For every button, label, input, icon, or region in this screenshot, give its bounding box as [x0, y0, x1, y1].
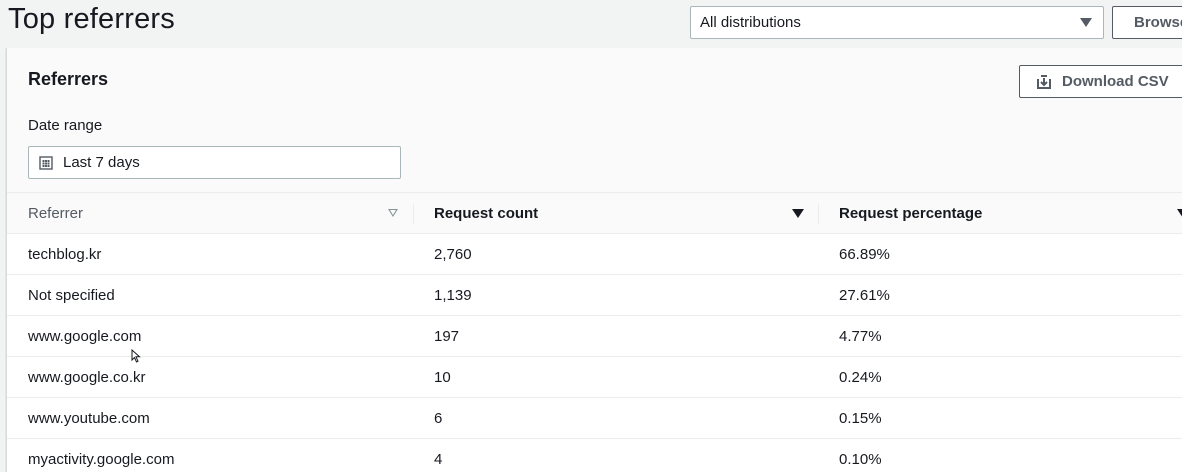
referrer-cell: techblog.kr: [28, 245, 102, 263]
download-csv-button[interactable]: Download CSV: [1019, 65, 1182, 98]
request-count-cell: 197: [434, 327, 460, 345]
column-label-referrer: Referrer: [28, 205, 84, 222]
request-count-cell: 6: [434, 409, 443, 427]
referrers-panel: Referrers Download CSV Date range Last 7…: [6, 48, 1182, 472]
referrer-cell: www.google.co.kr: [28, 368, 146, 386]
referrer-cell: myactivity.google.com: [28, 450, 175, 468]
column-divider: [413, 204, 414, 224]
sort-icon: [388, 209, 398, 217]
request-percentage-cell: 0.24%: [839, 368, 882, 386]
table-row: techblog.kr 2,760 66.89%: [7, 234, 1182, 275]
panel-header: Referrers Download CSV Date range Last 7…: [7, 48, 1182, 192]
table-row: myactivity.google.com 4 0.10%: [7, 439, 1182, 472]
page-title: Top referrers: [8, 3, 175, 35]
distribution-select-value: All distributions: [700, 14, 801, 31]
column-label-request-count: Request count: [434, 205, 539, 222]
request-percentage-cell: 4.77%: [839, 327, 882, 345]
sort-descending-icon: [792, 209, 804, 218]
table-row: www.google.co.kr 10 0.24%: [7, 357, 1182, 398]
download-icon: [1037, 74, 1051, 89]
table-row: www.google.com 197 4.77%: [7, 316, 1182, 357]
sort-icon: [1177, 209, 1182, 218]
caret-down-icon: [1080, 18, 1092, 27]
distribution-select[interactable]: All distributions: [690, 6, 1104, 39]
table-row: www.youtube.com 6 0.15%: [7, 398, 1182, 439]
table-row: Not specified 1,139 27.61%: [7, 275, 1182, 316]
calendar-icon: [39, 155, 53, 170]
request-percentage-cell: 66.89%: [839, 245, 890, 263]
column-divider: [818, 204, 819, 224]
request-percentage-cell: 0.10%: [839, 450, 882, 468]
request-count-cell: 4: [434, 450, 443, 468]
request-count-cell: 2,760: [434, 245, 472, 263]
request-count-cell: 1,139: [434, 286, 472, 304]
table-body: techblog.kr 2,760 66.89% Not specified 1…: [7, 234, 1182, 472]
download-csv-label: Download CSV: [1062, 73, 1169, 90]
request-count-cell: 10: [434, 368, 451, 386]
column-label-request-percentage: Request percentage: [839, 205, 983, 222]
referrer-cell: Not specified: [28, 286, 115, 304]
column-header-request-count[interactable]: Request count: [434, 193, 814, 234]
mouse-cursor-icon: [131, 349, 141, 363]
request-percentage-cell: 27.61%: [839, 286, 890, 304]
page: Top referrers All distributions Browse R…: [0, 0, 1182, 472]
referrers-table: Referrer Request count Request percentag…: [7, 192, 1182, 472]
date-range-input[interactable]: Last 7 days: [28, 146, 401, 179]
date-range-value: Last 7 days: [63, 154, 140, 171]
panel-title: Referrers: [28, 69, 109, 89]
column-header-referrer[interactable]: Referrer: [28, 193, 406, 234]
date-range-label: Date range: [28, 117, 103, 134]
table-header: Referrer Request count Request percentag…: [7, 192, 1182, 234]
request-percentage-cell: 0.15%: [839, 409, 882, 427]
referrer-cell: www.google.com: [28, 327, 142, 345]
column-header-request-percentage[interactable]: Request percentage: [839, 193, 1182, 234]
referrer-cell: www.youtube.com: [28, 409, 150, 427]
browse-button[interactable]: Browse: [1112, 6, 1182, 39]
